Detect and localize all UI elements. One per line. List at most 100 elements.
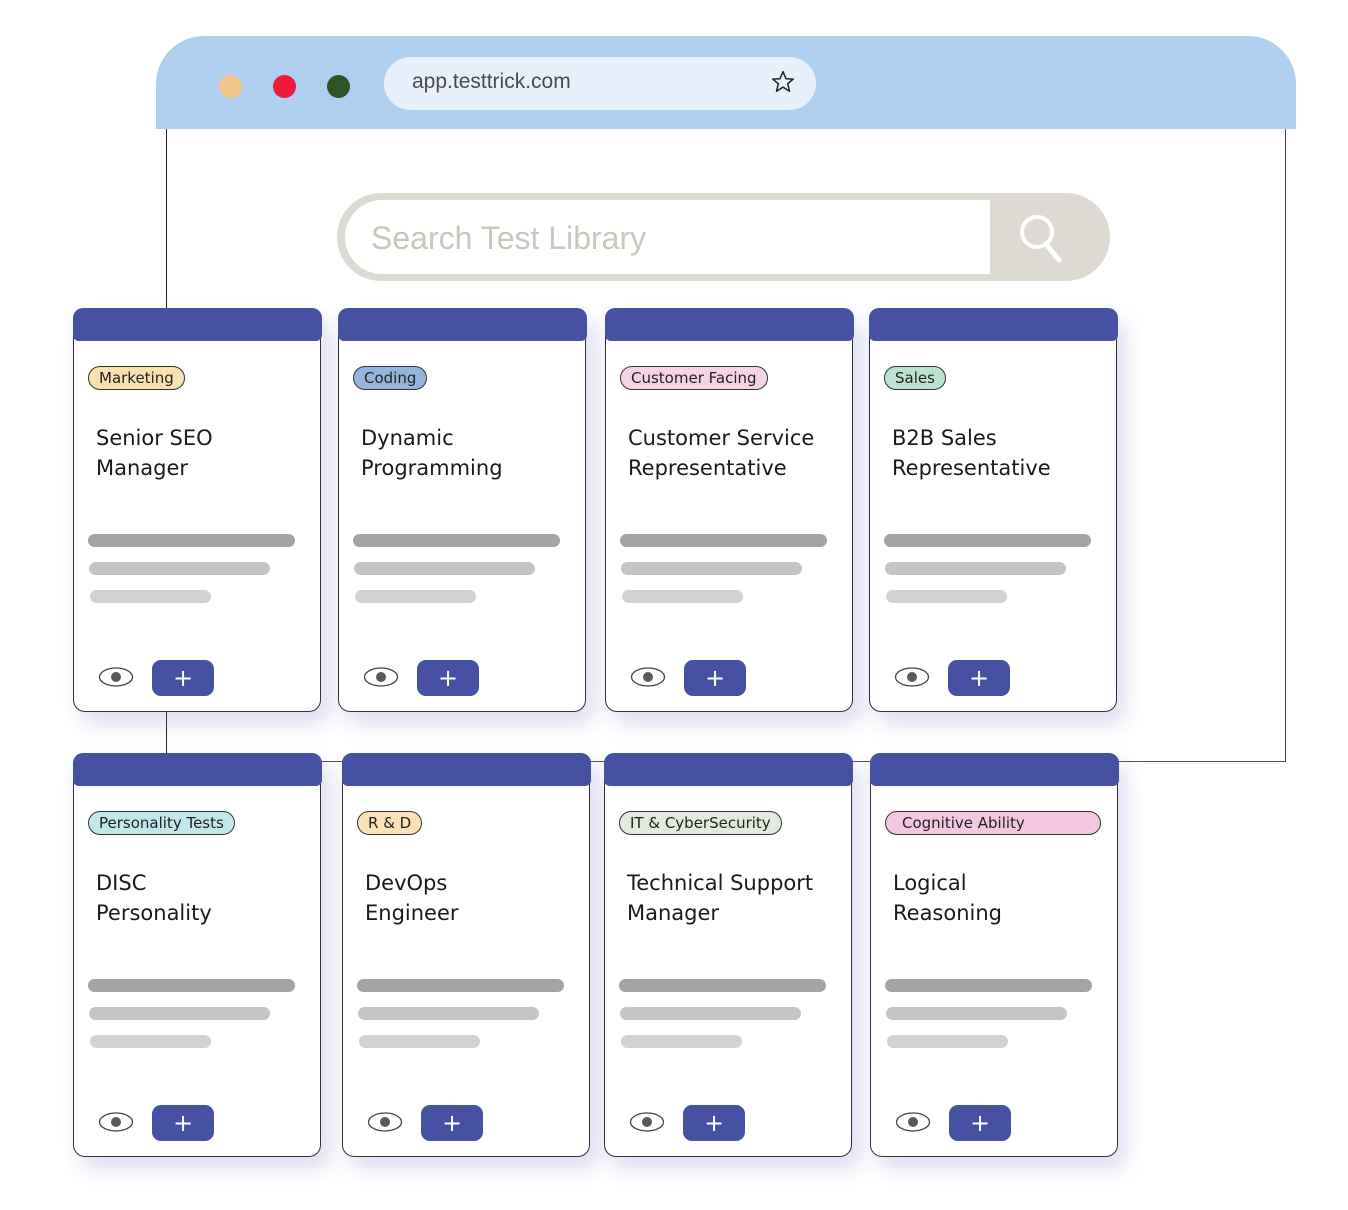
card-header bbox=[603, 752, 853, 786]
placeholder-text-line bbox=[622, 590, 743, 603]
placeholder-text-line bbox=[354, 562, 535, 575]
placeholder-text-line bbox=[88, 979, 295, 992]
card-header bbox=[869, 752, 1119, 786]
address-bar[interactable]: app.testtrick.com bbox=[384, 57, 816, 110]
eye-icon[interactable] bbox=[363, 666, 399, 688]
placeholder-text-line bbox=[620, 534, 827, 547]
maximize-dot-icon[interactable] bbox=[327, 75, 350, 98]
eye-icon[interactable] bbox=[367, 1111, 403, 1133]
test-title-line1: Customer Service bbox=[628, 426, 815, 450]
eye-icon[interactable] bbox=[630, 666, 666, 688]
add-test-button[interactable]: + bbox=[683, 1105, 745, 1141]
add-test-button[interactable]: + bbox=[417, 660, 479, 696]
test-card[interactable]: Cognitive Ability Logical Reasoning + bbox=[869, 752, 1119, 1157]
search-input[interactable] bbox=[369, 214, 973, 262]
star-icon[interactable] bbox=[770, 69, 796, 95]
placeholder-text-line bbox=[885, 562, 1066, 575]
test-title-line2: Representative bbox=[628, 456, 787, 480]
test-title-line2: Representative bbox=[892, 456, 1051, 480]
card-header bbox=[604, 307, 854, 341]
category-tag: Personality Tests bbox=[88, 811, 235, 835]
test-card[interactable]: Customer Facing Customer Service Represe… bbox=[604, 307, 854, 712]
url-text[interactable]: app.testtrick.com bbox=[412, 70, 571, 94]
eye-icon[interactable] bbox=[98, 666, 134, 688]
category-tag: IT & CyberSecurity bbox=[619, 811, 782, 835]
placeholder-text-line bbox=[359, 1035, 480, 1048]
add-test-button[interactable]: + bbox=[421, 1105, 483, 1141]
test-title-line2: Engineer bbox=[365, 901, 459, 925]
test-card[interactable]: Personality Tests DISC Personality + bbox=[72, 752, 322, 1157]
eye-icon[interactable] bbox=[895, 1111, 931, 1133]
placeholder-text-line bbox=[621, 1035, 742, 1048]
placeholder-text-line bbox=[884, 534, 1091, 547]
placeholder-text-line bbox=[620, 1007, 801, 1020]
add-test-button[interactable]: + bbox=[948, 660, 1010, 696]
test-card[interactable]: Marketing Senior SEO Manager + bbox=[72, 307, 322, 712]
placeholder-text-line bbox=[887, 1035, 1008, 1048]
card-header bbox=[72, 752, 322, 786]
test-title-line1: DISC bbox=[96, 871, 147, 895]
category-tag: Coding bbox=[353, 366, 428, 390]
card-header bbox=[337, 307, 587, 341]
eye-icon[interactable] bbox=[894, 666, 930, 688]
card-header bbox=[341, 752, 591, 786]
add-test-button[interactable]: + bbox=[152, 660, 214, 696]
test-title-line2: Personality bbox=[96, 901, 212, 925]
placeholder-text-line bbox=[355, 590, 476, 603]
minimize-dot-icon[interactable] bbox=[219, 75, 242, 98]
test-title-line2: Manager bbox=[627, 901, 720, 925]
test-card[interactable]: Sales B2B Sales Representative + bbox=[868, 307, 1118, 712]
test-title-line1: Logical bbox=[893, 871, 967, 895]
search-icon bbox=[1020, 215, 1062, 263]
eye-icon[interactable] bbox=[98, 1111, 134, 1133]
test-title: Senior SEO Manager bbox=[96, 423, 316, 483]
test-title-line1: Dynamic bbox=[361, 426, 454, 450]
test-title-line1: DevOps bbox=[365, 871, 448, 895]
placeholder-text-line bbox=[90, 1035, 211, 1048]
placeholder-text-line bbox=[89, 1007, 270, 1020]
test-title: Technical Support Manager bbox=[627, 868, 847, 928]
search-button[interactable] bbox=[997, 193, 1110, 281]
eye-icon[interactable] bbox=[629, 1111, 665, 1133]
placeholder-text-line bbox=[357, 979, 564, 992]
add-test-button[interactable]: + bbox=[949, 1105, 1011, 1141]
placeholder-text-line bbox=[90, 590, 211, 603]
search-bar bbox=[337, 193, 1110, 281]
test-title: DevOps Engineer bbox=[365, 868, 585, 928]
test-card[interactable]: R & D DevOps Engineer + bbox=[341, 752, 591, 1157]
browser-titlebar: app.testtrick.com bbox=[156, 36, 1296, 129]
placeholder-text-line bbox=[886, 1007, 1067, 1020]
test-card[interactable]: Coding Dynamic Programming + bbox=[337, 307, 587, 712]
placeholder-text-line bbox=[88, 534, 295, 547]
test-title-line1: B2B Sales bbox=[892, 426, 997, 450]
category-tag: Cognitive Ability bbox=[885, 811, 1101, 835]
placeholder-text-line bbox=[619, 979, 826, 992]
card-header bbox=[868, 307, 1118, 341]
test-title: DISC Personality bbox=[96, 868, 316, 928]
placeholder-text-line bbox=[89, 562, 270, 575]
category-tag: Customer Facing bbox=[620, 366, 768, 390]
search-field-container bbox=[345, 200, 990, 274]
placeholder-text-line bbox=[358, 1007, 539, 1020]
test-title-line1: Technical Support bbox=[627, 871, 814, 895]
test-title: B2B Sales Representative bbox=[892, 423, 1112, 483]
test-title-line2: Programming bbox=[361, 456, 503, 480]
category-tag: Sales bbox=[884, 366, 946, 390]
test-title-line2: Manager bbox=[96, 456, 189, 480]
test-title: Dynamic Programming bbox=[361, 423, 581, 483]
test-title-line2: Reasoning bbox=[893, 901, 1003, 925]
card-header bbox=[72, 307, 322, 341]
close-dot-icon[interactable] bbox=[273, 75, 296, 98]
test-title: Customer Service Representative bbox=[628, 423, 848, 483]
add-test-button[interactable]: + bbox=[152, 1105, 214, 1141]
test-title-line1: Senior SEO bbox=[96, 426, 213, 450]
placeholder-text-line bbox=[353, 534, 560, 547]
test-title: Logical Reasoning bbox=[893, 868, 1113, 928]
add-test-button[interactable]: + bbox=[684, 660, 746, 696]
placeholder-text-line bbox=[621, 562, 802, 575]
placeholder-text-line bbox=[885, 979, 1092, 992]
category-tag: R & D bbox=[357, 811, 423, 835]
placeholder-text-line bbox=[886, 590, 1007, 603]
test-card[interactable]: IT & CyberSecurity Technical Support Man… bbox=[603, 752, 853, 1157]
category-tag: Marketing bbox=[88, 366, 185, 390]
